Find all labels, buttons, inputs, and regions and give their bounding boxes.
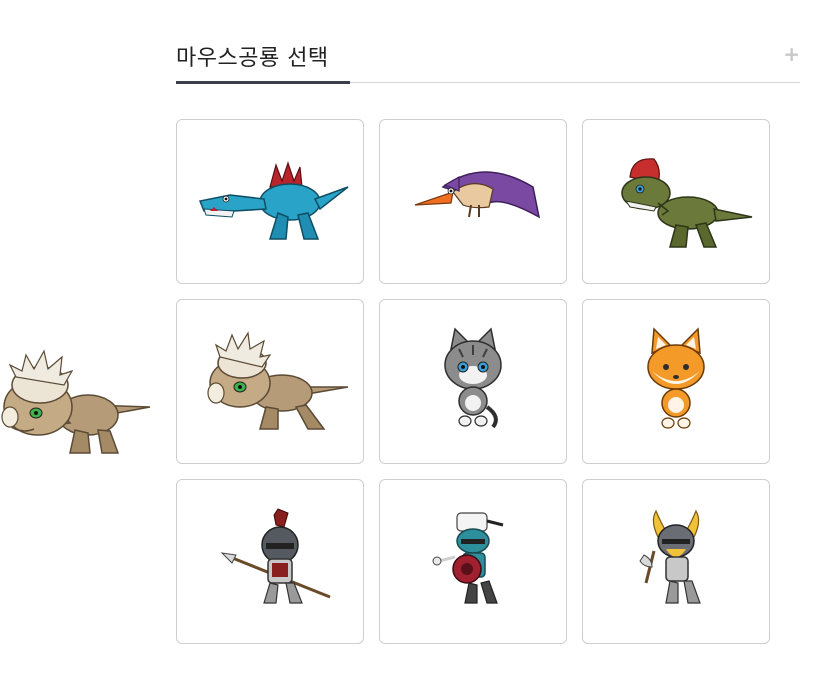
character-card-fox[interactable] — [582, 299, 770, 464]
viking-sprite — [639, 509, 701, 604]
spinosaurus-sprite — [198, 160, 349, 240]
spear-knight-sprite — [220, 507, 331, 604]
plus-icon[interactable]: + — [783, 42, 800, 66]
character-card-viking[interactable] — [582, 479, 770, 644]
section-header: 마우스공룡 선택 + — [176, 38, 800, 84]
character-card-spear-knight[interactable] — [176, 479, 364, 644]
pachycephalosaurus-sprite — [0, 335, 152, 460]
character-card-dilophosaurus[interactable] — [582, 119, 770, 284]
character-card-chef-knight[interactable] — [379, 479, 567, 644]
pteranodon-sprite — [414, 170, 541, 218]
character-card-pteranodon[interactable] — [379, 119, 567, 284]
fox-sprite — [647, 326, 705, 429]
gray-cat-sprite — [444, 326, 502, 428]
character-card-spinosaurus[interactable] — [176, 119, 364, 284]
character-card-gray-cat[interactable] — [379, 299, 567, 464]
dilophosaurus-sprite — [621, 157, 753, 248]
character-grid — [176, 119, 770, 644]
pachycephalosaurus-sprite — [207, 330, 349, 430]
title-underline — [176, 81, 350, 84]
chef-knight-sprite — [432, 511, 504, 604]
character-card-pachycephalosaurus[interactable] — [176, 299, 364, 464]
page-title: 마우스공룡 선택 — [176, 46, 329, 71]
